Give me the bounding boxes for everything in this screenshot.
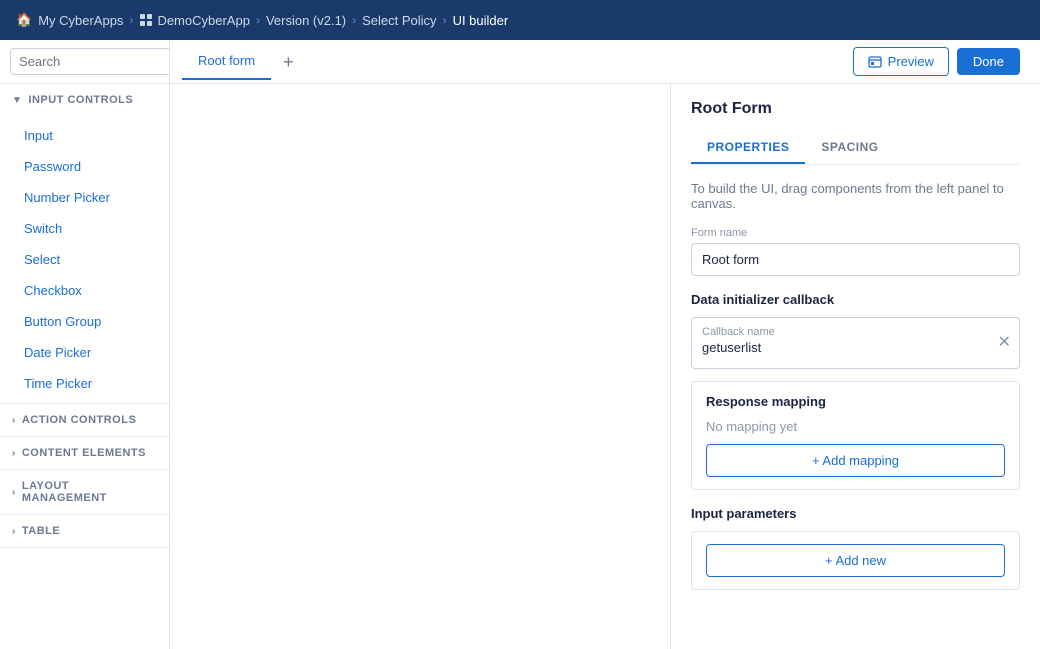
sidebar-section-action-controls-header[interactable]: › ACTION CONTROLS [0,404,169,436]
response-mapping-section: Response mapping No mapping yet + Add ma… [691,381,1020,490]
sidebar-item-checkbox[interactable]: Checkbox [0,275,169,306]
sidebar-item-switch[interactable]: Switch [0,213,169,244]
callback-name-value: getuserlist [702,340,987,355]
nav-item-version[interactable]: Version (v2.1) [266,13,346,28]
nav-item-my-cyberapps[interactable]: My CyberApps [38,13,123,28]
sidebar-item-date-picker[interactable]: Date Picker [0,337,169,368]
right-panel: Root Form PROPERTIES SPACING To build th… [670,84,1040,649]
form-name-label: Form name [691,227,1020,239]
input-parameters-section: + Add new [691,531,1020,590]
nav-sep-2: › [256,13,260,27]
search-box [0,40,169,84]
form-name-input[interactable] [691,243,1020,276]
input-parameters-label: Input parameters [691,506,1020,521]
sidebar-item-button-group[interactable]: Button Group [0,306,169,337]
sidebar-item-password[interactable]: Password [0,151,169,182]
section-label-input-controls: INPUT CONTROLS [28,94,133,106]
left-sidebar: ▼ INPUT CONTROLS Input Password Number P… [0,40,170,649]
no-mapping-text: No mapping yet [706,419,1005,434]
nav-sep-4: › [443,13,447,27]
nav-item-select-policy[interactable]: Select Policy [362,13,436,28]
panel-tabs: PROPERTIES SPACING [691,132,1020,165]
sidebar-section-layout-management: › LAYOUT MANAGEMENT [0,470,169,515]
sidebar-section-layout-management-header[interactable]: › LAYOUT MANAGEMENT [0,470,169,514]
preview-icon [868,55,882,69]
sidebar-item-number-picker[interactable]: Number Picker [0,182,169,213]
sidebar-section-content-elements: › CONTENT ELEMENTS [0,437,169,470]
canvas-area[interactable] [170,84,670,649]
add-tab-button[interactable]: + [275,49,302,75]
section-label-content-elements: CONTENT ELEMENTS [22,447,146,459]
sidebar-item-time-picker[interactable]: Time Picker [0,368,169,399]
tab-properties[interactable]: PROPERTIES [691,132,805,164]
sidebar-item-select[interactable]: Select [0,244,169,275]
form-name-field: Form name [691,227,1020,276]
section-label-action-controls: ACTION CONTROLS [22,414,136,426]
sidebar-section-content-elements-header[interactable]: › CONTENT ELEMENTS [0,437,169,469]
hint-text: To build the UI, drag components from th… [691,181,1020,211]
grid-icon [139,13,153,27]
sidebar-section-action-controls: › ACTION CONTROLS [0,404,169,437]
chevron-right-icon-2: › [12,448,16,459]
sidebar-section-table-header[interactable]: › TABLE [0,515,169,547]
done-button[interactable]: Done [957,48,1020,75]
home-icon: 🏠 [16,12,32,28]
sidebar-section-input-controls-header[interactable]: ▼ INPUT CONTROLS [0,84,169,116]
callback-name-label: Callback name [702,326,987,338]
top-nav: 🏠 My CyberApps › DemoCyberApp › Version … [0,0,1040,40]
callback-clear-button[interactable]: ✕ [998,335,1011,351]
data-initializer-label: Data initializer callback [691,292,1020,307]
main-layout: ▼ INPUT CONTROLS Input Password Number P… [0,40,1040,649]
nav-item-ui-builder[interactable]: UI builder [453,13,509,28]
sidebar-items-input-controls: Input Password Number Picker Switch Sele… [0,116,169,403]
nav-sep-3: › [352,13,356,27]
right-panel-title: Root Form [691,100,772,117]
sidebar-section-table: › TABLE [0,515,169,548]
sidebar-section-input-controls: ▼ INPUT CONTROLS Input Password Number P… [0,84,169,404]
search-input[interactable] [10,48,170,75]
callback-field: Callback name getuserlist ✕ [691,317,1020,369]
sidebar-item-input[interactable]: Input [0,120,169,151]
right-panel-inner: Root Form PROPERTIES SPACING To build th… [671,84,1040,606]
chevron-right-icon: › [12,415,16,426]
chevron-right-icon-3: › [12,487,16,498]
nav-item-democyberapp[interactable]: DemoCyberApp [139,13,250,28]
nav-sep-1: › [129,13,133,27]
response-mapping-label: Response mapping [706,394,1005,409]
section-label-table: TABLE [22,525,60,537]
canvas-tab-root-form[interactable]: Root form [182,43,271,80]
tab-spacing[interactable]: SPACING [805,132,894,164]
chevron-right-icon-4: › [12,526,16,537]
section-label-layout-management: LAYOUT MANAGEMENT [22,480,157,504]
chevron-down-icon: ▼ [12,95,22,106]
preview-button[interactable]: Preview [853,47,949,76]
add-mapping-button[interactable]: + Add mapping [706,444,1005,477]
add-new-button[interactable]: + Add new [706,544,1005,577]
